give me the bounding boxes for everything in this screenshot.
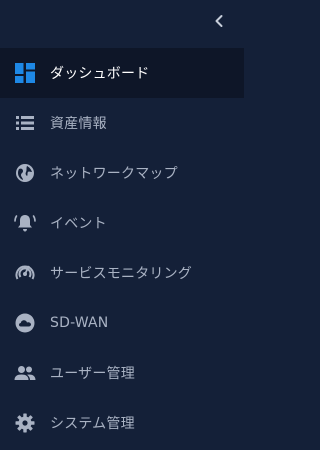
sidebar-item-system-management[interactable]: システム管理: [0, 398, 244, 448]
sidebar-menu: ダッシュボード 資産情報 ネットワークマップ イベント サービスモニタリング S…: [0, 48, 244, 448]
sidebar-item-label: ネットワークマップ: [50, 166, 178, 182]
collapse-sidebar-button[interactable]: [208, 10, 230, 32]
sidebar-item-dashboard[interactable]: ダッシュボード: [0, 48, 244, 98]
sidebar-item-sd-wan[interactable]: SD-WAN: [0, 298, 244, 348]
gear-icon: [14, 412, 36, 434]
bell-alert-icon: [14, 212, 36, 234]
sidebar-item-user-management[interactable]: ユーザー管理: [0, 348, 244, 398]
sidebar-item-events[interactable]: イベント: [0, 198, 244, 248]
sidebar-item-label: SD-WAN: [50, 315, 109, 331]
sidebar: ダッシュボード 資産情報 ネットワークマップ イベント サービスモニタリング S…: [0, 0, 244, 450]
sidebar-item-label: システム管理: [50, 416, 135, 432]
globe-icon: [14, 162, 36, 184]
radar-icon: [14, 262, 36, 284]
cloud-icon: [14, 312, 36, 334]
sidebar-item-label: サービスモニタリング: [50, 266, 192, 282]
sidebar-item-label: ダッシュボード: [50, 66, 150, 82]
users-icon: [14, 362, 36, 384]
list-icon: [14, 112, 36, 134]
sidebar-item-network-map[interactable]: ネットワークマップ: [0, 148, 244, 198]
chevron-left-icon: [214, 14, 224, 28]
sidebar-item-service-monitoring[interactable]: サービスモニタリング: [0, 248, 244, 298]
sidebar-item-label: 資産情報: [50, 116, 107, 132]
sidebar-item-assets[interactable]: 資産情報: [0, 98, 244, 148]
dashboard-icon: [14, 62, 36, 84]
sidebar-item-label: ユーザー管理: [50, 366, 135, 382]
sidebar-item-label: イベント: [50, 216, 107, 232]
